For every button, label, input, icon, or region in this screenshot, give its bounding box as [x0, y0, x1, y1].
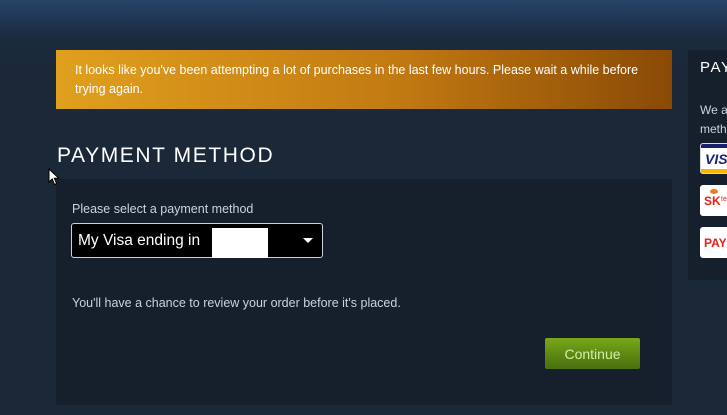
sk-logo-subtext: tele [721, 196, 727, 203]
mouse-cursor-icon [48, 168, 60, 186]
sk-logo-icon: SK tele [700, 185, 727, 216]
header-band [0, 0, 727, 36]
redacted-card-number [212, 228, 268, 258]
sidebar-text-line: We a [700, 103, 727, 117]
visa-logo-text: VISA [705, 151, 727, 167]
alert-message: It looks like you've been attempting a l… [75, 63, 639, 96]
payment-select-label: Please select a payment method [72, 202, 254, 216]
sidebar-text: We a meth [700, 101, 727, 139]
chevron-down-icon [303, 238, 313, 243]
visa-logo-icon: VISA [700, 143, 727, 174]
payment-info-sidebar: PAY We a meth VISA SK tele PAYCO [688, 50, 727, 280]
payco-logo-text: PAYCO [704, 236, 727, 250]
sidebar-text-line: meth [700, 122, 727, 136]
continue-button[interactable]: Continue [545, 338, 640, 369]
sidebar-title: PAY [700, 59, 727, 76]
payment-method-panel: Please select a payment method My Visa e… [56, 179, 672, 405]
purchase-limit-alert: It looks like you've been attempting a l… [56, 50, 672, 109]
page-title: PAYMENT METHOD [57, 144, 275, 167]
payment-method-select[interactable]: My Visa ending in [71, 223, 323, 258]
page: It looks like you've been attempting a l… [0, 0, 727, 415]
sk-logo-text: SK [704, 194, 721, 208]
payment-method-selected-value: My Visa ending in [78, 232, 201, 249]
review-note: You'll have a chance to review your orde… [72, 296, 401, 310]
payco-logo-icon: PAYCO [700, 227, 727, 258]
